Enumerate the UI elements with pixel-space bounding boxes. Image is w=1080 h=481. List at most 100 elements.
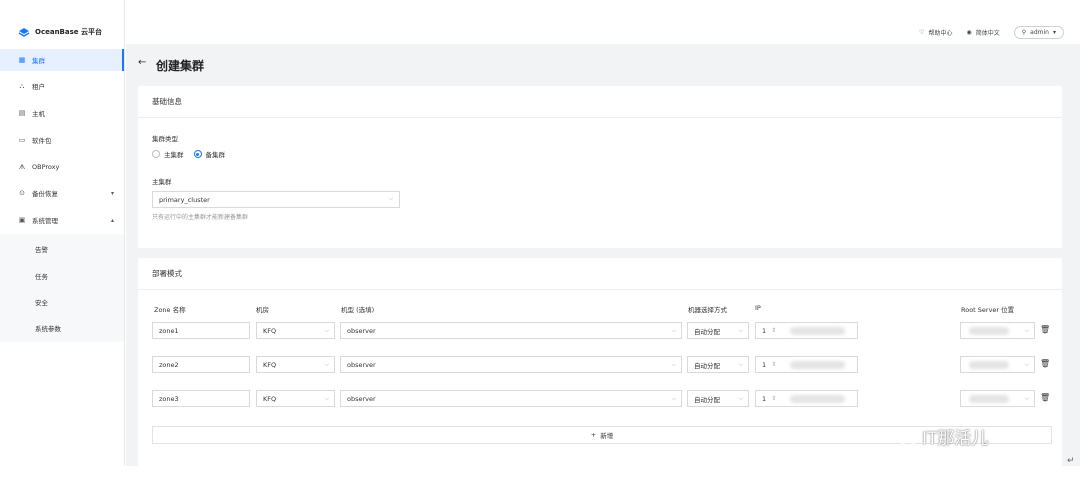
- chevron-down-icon: ⌵: [388, 195, 393, 202]
- folder-icon: ▭: [18, 136, 26, 144]
- zone-name-value: zone3: [159, 394, 179, 403]
- zone-name-input[interactable]: zone2: [152, 356, 250, 373]
- help-center-link[interactable]: ♡ 帮助中心: [919, 28, 952, 37]
- root-server-blurred: [969, 395, 1009, 403]
- system-icon: ▣: [18, 216, 26, 224]
- language-label: 简体中文: [975, 30, 1000, 37]
- ip-blurred: [790, 395, 845, 403]
- machine-type-select[interactable]: observer ⌵: [340, 322, 682, 339]
- user-name: admin: [1030, 29, 1049, 36]
- trash-icon[interactable]: 🗑: [1040, 325, 1050, 337]
- primary-cluster-label: 主集群: [152, 178, 172, 186]
- sidebar-item-host[interactable]: ▤ 主机: [0, 102, 124, 124]
- add-zone-label: 新增: [600, 432, 614, 440]
- select-mode-select[interactable]: 自动分配 ⌵: [687, 356, 749, 373]
- stepper-icon[interactable]: ⇕: [771, 395, 776, 402]
- machine-type-value: observer: [347, 394, 376, 403]
- idc-select[interactable]: KFQ ⌵: [256, 390, 335, 407]
- sidebar-item-label: 主机: [32, 110, 45, 118]
- help-label: 帮助中心: [928, 30, 953, 37]
- grid-icon: ▦: [18, 56, 26, 64]
- wechat-icon: [891, 426, 917, 446]
- sidebar-item-obproxy[interactable]: ᗑ OBProxy: [0, 156, 124, 178]
- idc-value: KFQ: [263, 394, 277, 403]
- cluster-type-radio-group: 主集群 备集群: [152, 149, 225, 159]
- ip-blurred: [790, 327, 845, 335]
- proxy-icon: ᗑ: [18, 163, 26, 171]
- sidebar-subitem-security[interactable]: 安全: [35, 297, 48, 307]
- host-icon: ▤: [18, 109, 26, 117]
- root-server-select[interactable]: ⌵: [960, 390, 1035, 407]
- select-mode-select[interactable]: 自动分配 ⌵: [687, 390, 749, 407]
- chevron-down-icon: ▾: [110, 189, 114, 197]
- machine-type-value: observer: [347, 360, 376, 369]
- idc-select[interactable]: KFQ ⌵: [256, 322, 335, 339]
- return-mark-icon: ↵: [1067, 456, 1075, 466]
- cluster-type-label: 集群类型: [152, 135, 178, 143]
- stepper-icon[interactable]: ⇕: [771, 327, 776, 334]
- idc-select[interactable]: KFQ ⌵: [256, 356, 335, 373]
- language-switcher[interactable]: ◉ 简体中文: [967, 28, 1000, 37]
- idc-value: KFQ: [263, 360, 277, 369]
- chevron-down-icon: ⌵: [324, 394, 329, 402]
- sidebar-item-backup[interactable]: ⊙ 备份恢复 ▾: [0, 182, 124, 204]
- chevron-down-icon: ⌵: [1024, 360, 1029, 368]
- chevron-down-icon: ⌵: [1024, 394, 1029, 402]
- app-logo[interactable]: OceanBase 云平台: [18, 27, 102, 37]
- ip-count-input[interactable]: 1 ⇕: [755, 390, 858, 407]
- radio-standby[interactable]: [193, 150, 202, 158]
- chevron-up-icon: ▴: [110, 216, 114, 224]
- ip-blurred: [790, 361, 845, 369]
- select-mode-select[interactable]: 自动分配 ⌵: [687, 322, 749, 339]
- user-menu[interactable]: ⚲ admin ▾: [1013, 26, 1064, 39]
- lightbulb-icon: ♡: [919, 29, 925, 36]
- caret-down-icon: ▾: [1052, 29, 1056, 36]
- chevron-down-icon: ⌵: [324, 326, 329, 334]
- plus-icon: +: [590, 431, 597, 439]
- zone-name-input[interactable]: zone1: [152, 322, 250, 339]
- select-mode-value: 自动分配: [694, 395, 720, 404]
- sidebar-item-package[interactable]: ▭ 软件包: [0, 129, 124, 151]
- chevron-down-icon: ⌵: [671, 394, 676, 402]
- chevron-down-icon: ⌵: [738, 360, 743, 368]
- sidebar-item-system[interactable]: ▣ 系统管理 ▴: [0, 209, 124, 231]
- trash-icon[interactable]: 🗑: [1040, 359, 1050, 371]
- primary-cluster-value: primary_cluster: [159, 195, 210, 204]
- col-idc: 机房: [256, 306, 269, 314]
- zone-name-input[interactable]: zone3: [152, 390, 250, 407]
- sidebar-subitem-params[interactable]: 系统参数: [35, 323, 61, 333]
- trash-icon[interactable]: 🗑: [1040, 393, 1050, 405]
- col-type: 机型 (选填): [341, 306, 375, 314]
- radio-primary[interactable]: [152, 150, 160, 158]
- watermark: IT那活儿: [890, 424, 988, 449]
- machine-type-select[interactable]: observer ⌵: [340, 390, 682, 407]
- back-arrow-icon[interactable]: ←: [138, 57, 146, 68]
- sidebar-subitem-task[interactable]: 任务: [35, 271, 48, 281]
- chevron-down-icon: ⌵: [671, 326, 676, 334]
- sidebar-item-label: 备份恢复: [32, 190, 58, 198]
- machine-type-select[interactable]: observer ⌵: [340, 356, 682, 373]
- ip-count-value: 1: [762, 394, 767, 403]
- root-server-select[interactable]: ⌵: [960, 356, 1035, 373]
- sidebar-item-cluster[interactable]: ▦ 集群: [0, 49, 124, 71]
- primary-cluster-select[interactable]: primary_cluster ⌵: [152, 191, 400, 208]
- idc-value: KFQ: [263, 326, 277, 335]
- ip-count-value: 1: [762, 326, 767, 335]
- page-title: 创建集群: [156, 59, 205, 73]
- root-server-select[interactable]: ⌵: [960, 322, 1035, 339]
- top-bar: ♡ 帮助中心 ◉ 简体中文 ⚲ admin ▾: [126, 20, 1080, 44]
- sidebar-item-tenant[interactable]: ⛬ 租户: [0, 75, 124, 97]
- ip-count-input[interactable]: 1 ⇕: [755, 356, 858, 373]
- col-select-mode: 机器选择方式: [688, 306, 727, 314]
- stepper-icon[interactable]: ⇕: [771, 361, 776, 368]
- ip-count-input[interactable]: 1 ⇕: [755, 322, 858, 339]
- oceanbase-logo-icon: [18, 28, 30, 37]
- watermark-text: IT那活儿: [922, 429, 989, 449]
- primary-cluster-hint: 只有运行中的主集群才能新建备集群: [152, 214, 249, 221]
- col-ip: IP: [755, 304, 761, 312]
- root-server-blurred: [969, 327, 1009, 335]
- sidebar-item-label: 租户: [32, 83, 45, 91]
- globe-icon: ◉: [966, 29, 972, 36]
- page-header: ← 创建集群: [126, 44, 1080, 86]
- sidebar-subitem-alert[interactable]: 告警: [35, 244, 48, 254]
